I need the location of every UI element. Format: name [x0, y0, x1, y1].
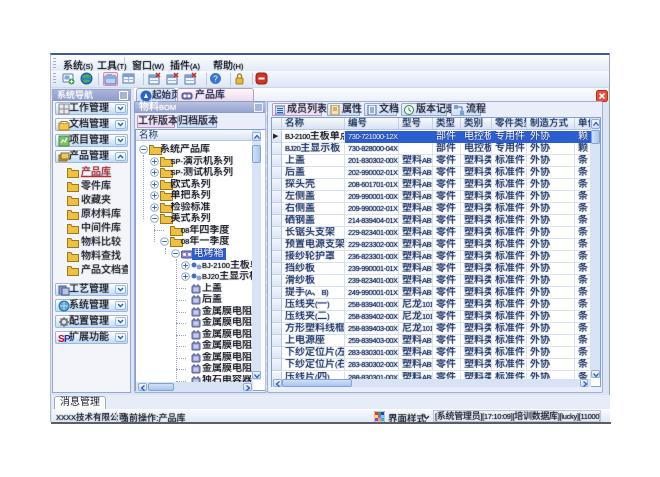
svg-text:?: ? — [213, 75, 218, 84]
